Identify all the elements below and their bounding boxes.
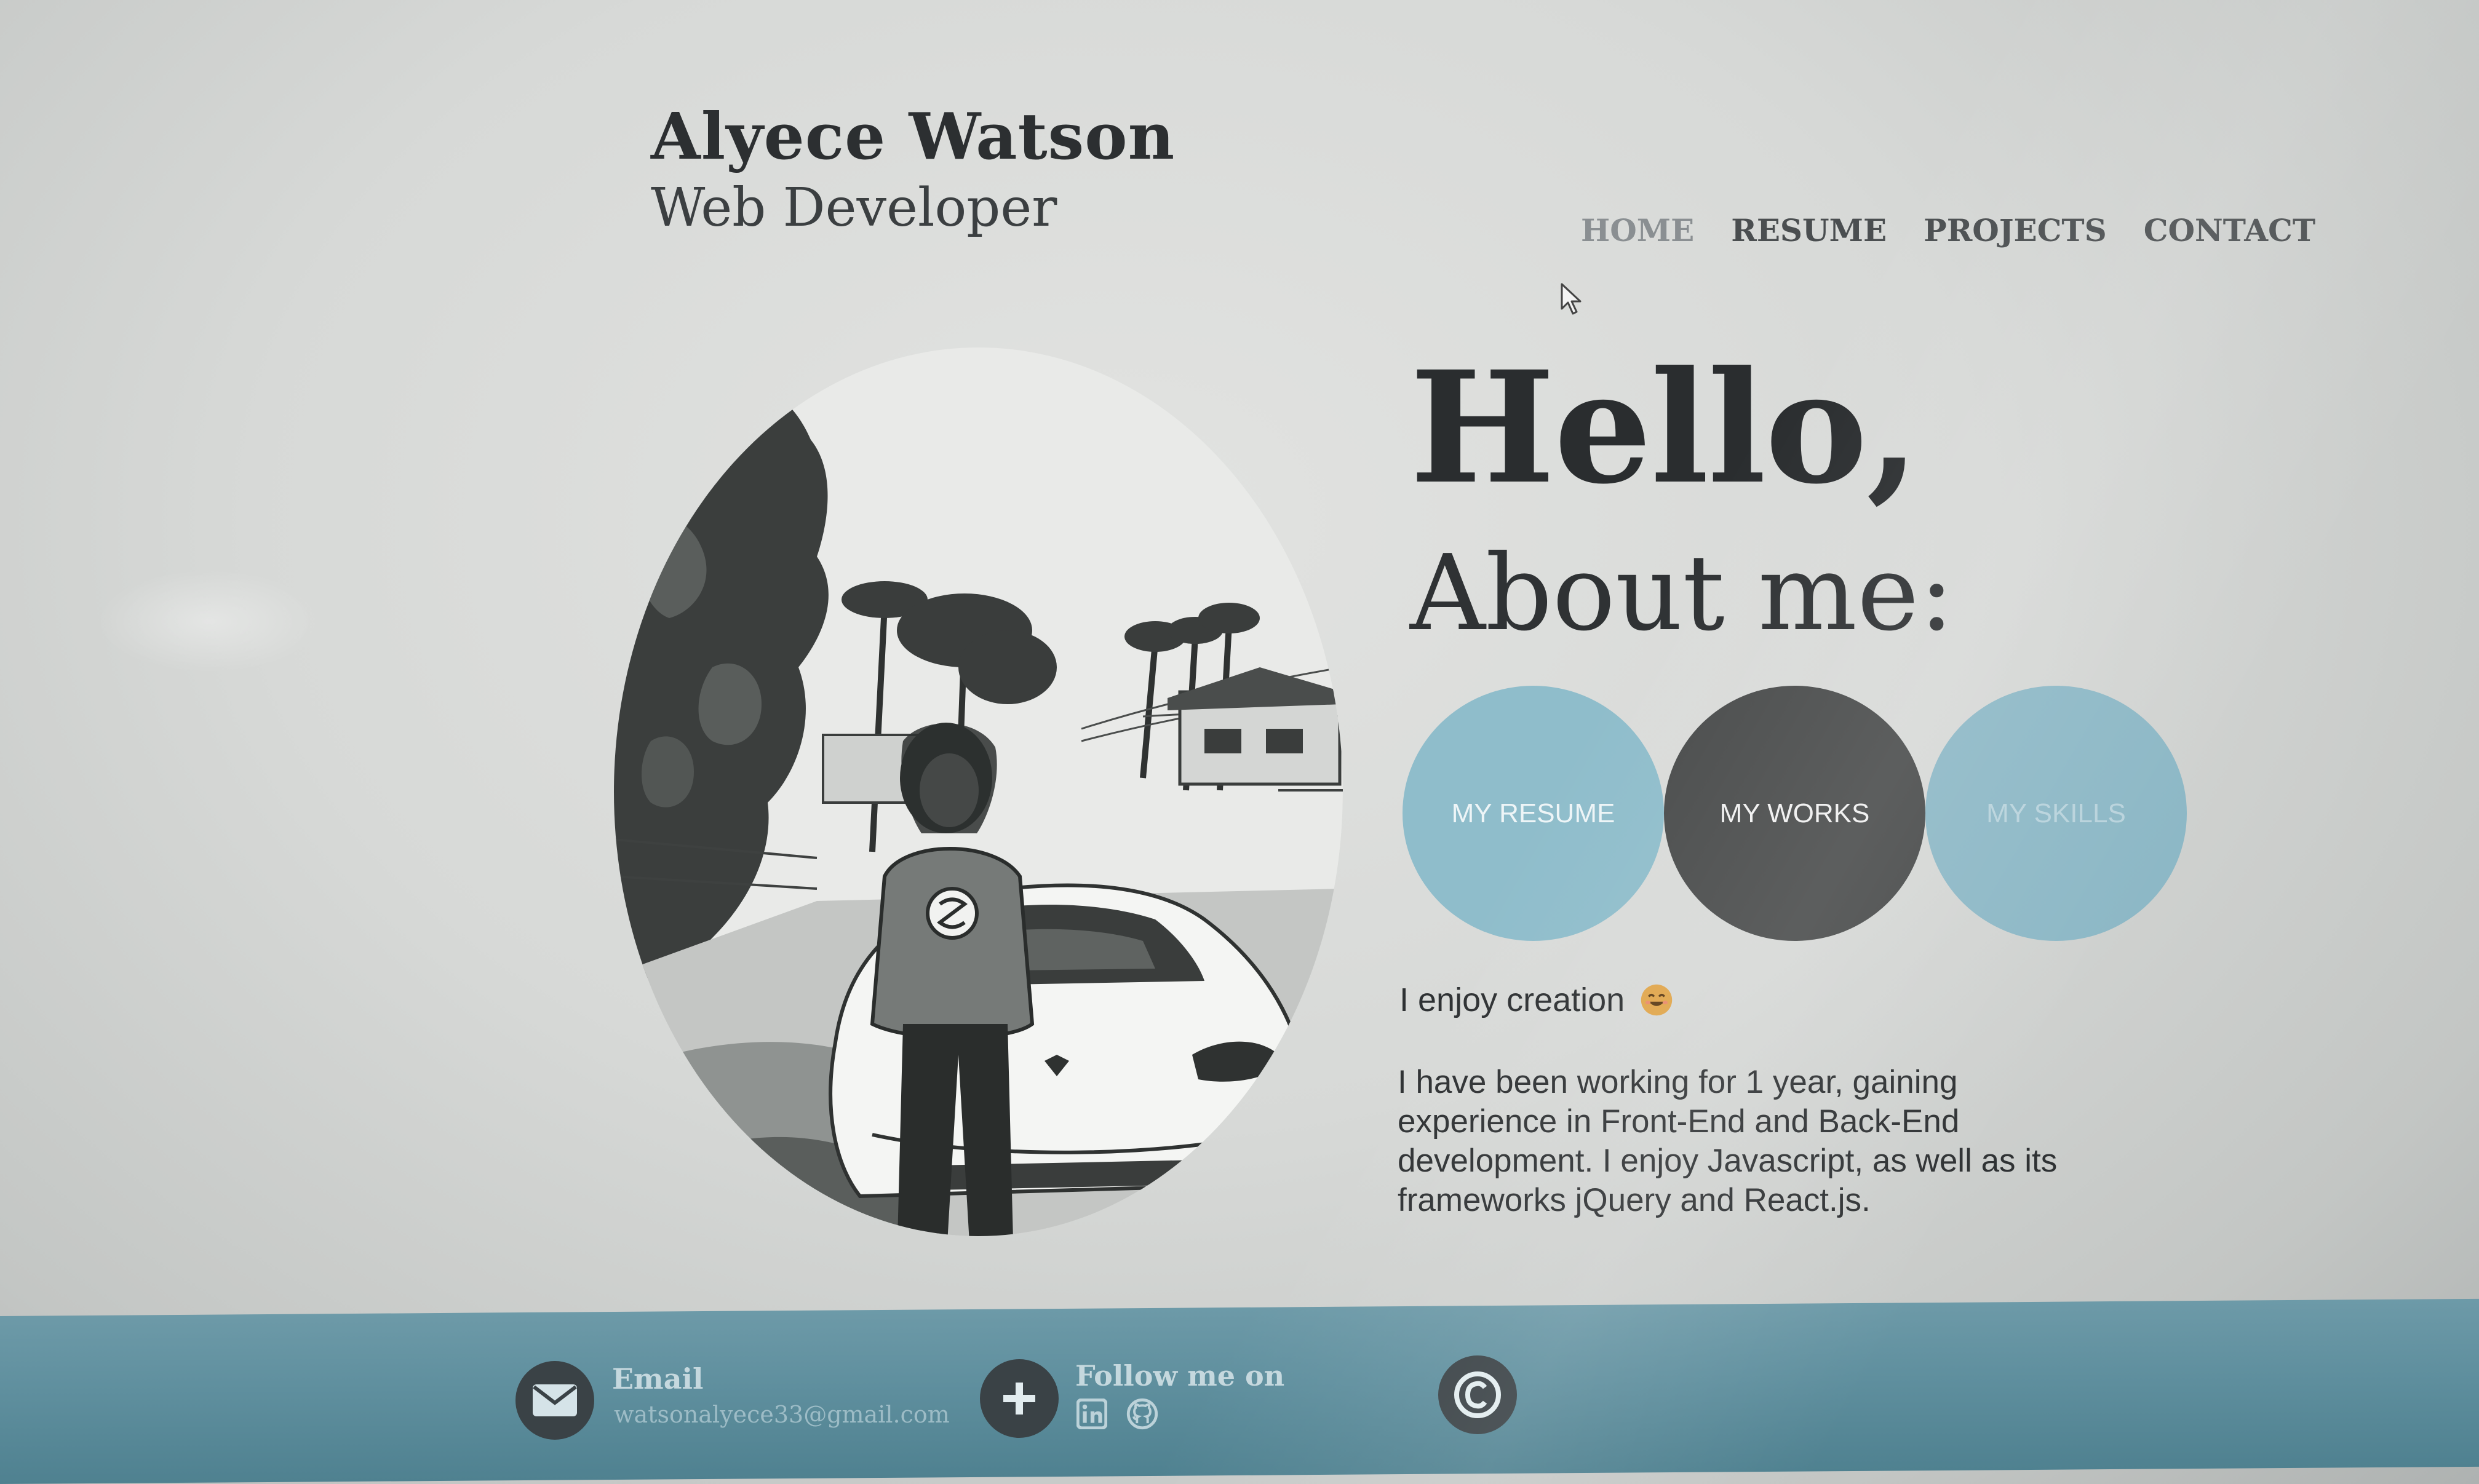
about-heading: About me: <box>1410 533 1954 654</box>
site-owner-role: Web Developer <box>651 177 1057 239</box>
profile-photo <box>614 347 1343 1236</box>
nav-contact-link[interactable]: CONTACT <box>2144 212 2315 248</box>
my-resume-button[interactable]: MY RESUME <box>1403 686 1664 941</box>
bio-paragraph: I have been working for 1 year, gaining … <box>1398 1064 2058 1218</box>
hero-greeting: Hello, <box>1410 337 1920 518</box>
follow-label: Follow me on <box>1075 1359 1285 1392</box>
github-icon[interactable] <box>1126 1397 1159 1430</box>
tagline-text: I enjoy creation <box>1399 982 1625 1018</box>
tagline: I enjoy creation <box>1399 981 1674 1019</box>
profile-photo-illustration <box>614 347 1343 1236</box>
mouse-pointer-icon <box>1561 283 1582 315</box>
copyright-icon <box>1438 1355 1517 1434</box>
nav-home-link[interactable]: HOME <box>1581 212 1694 248</box>
linkedin-icon[interactable] <box>1075 1397 1108 1430</box>
email-icon[interactable] <box>515 1361 594 1440</box>
main-nav: HOME RESUME PROJECTS CONTACT <box>1581 212 2315 248</box>
social-links <box>1075 1397 1159 1430</box>
brand: Alyece Watson Web Developer <box>651 101 1175 240</box>
portfolio-page: Alyece Watson Web Developer HOME RESUME … <box>0 0 2479 1484</box>
nav-projects-link[interactable]: PROJECTS <box>1924 212 2107 248</box>
nav-resume-link[interactable]: RESUME <box>1731 212 1887 248</box>
my-works-button[interactable]: MY WORKS <box>1664 686 1925 941</box>
email-label: Email <box>612 1362 704 1395</box>
email-address-link[interactable]: watsonalyece33@gmail.com <box>614 1401 950 1428</box>
smiling-face-icon <box>1641 984 1673 1016</box>
plus-icon <box>980 1359 1059 1438</box>
site-owner-name: Alyece Watson <box>651 98 1176 174</box>
my-skills-button[interactable]: MY SKILLS <box>1925 686 2187 941</box>
